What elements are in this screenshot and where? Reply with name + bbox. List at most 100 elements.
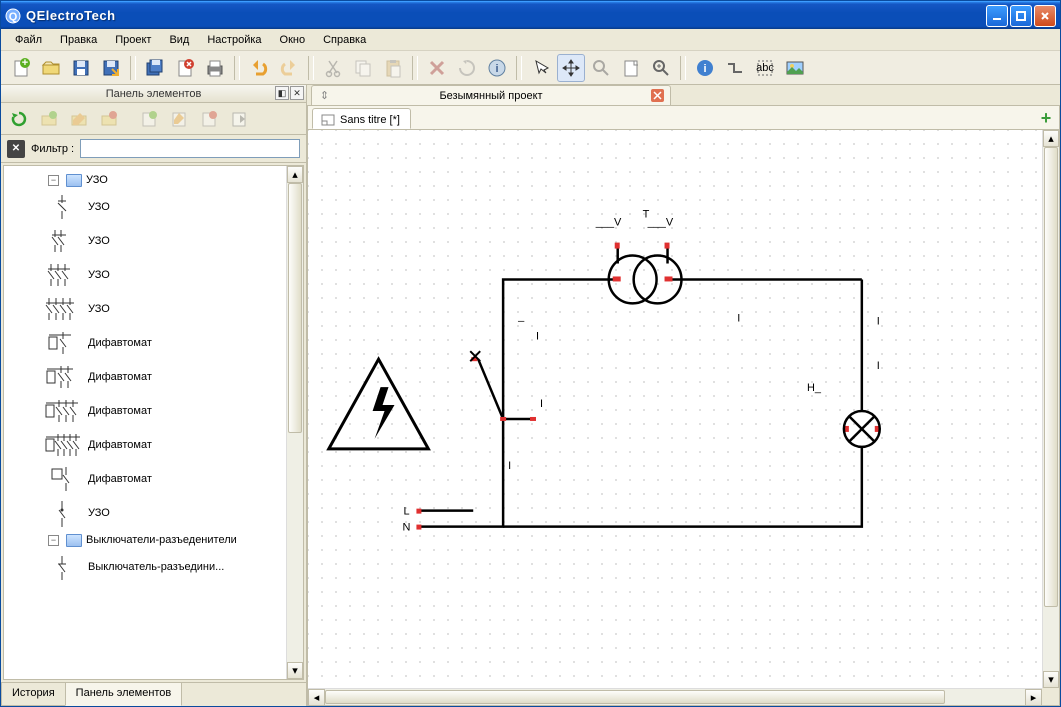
close-button[interactable]	[1034, 5, 1056, 27]
new-folder-button[interactable]	[35, 105, 63, 133]
minimize-button[interactable]	[986, 5, 1008, 27]
menu-project[interactable]: Проект	[107, 32, 159, 48]
move-tab-icon: ⇕	[318, 89, 331, 102]
page-tool[interactable]	[617, 54, 645, 82]
move-tool[interactable]	[557, 54, 585, 82]
paste-button[interactable]	[379, 54, 407, 82]
menu-window[interactable]: Окно	[272, 32, 314, 48]
menu-settings[interactable]: Настройка	[199, 32, 269, 48]
select-area-tool[interactable]: abc	[751, 54, 779, 82]
wire-tool[interactable]	[721, 54, 749, 82]
save-all-button[interactable]	[141, 54, 169, 82]
import-button[interactable]	[225, 105, 253, 133]
panel-title: Панель элементов	[106, 88, 202, 100]
project-tabs: ⇕ Безымянный проект	[307, 85, 1060, 105]
schematic-canvas[interactable]: L N ___V ___V T H_ _ I I I I I I	[308, 130, 1042, 688]
maximize-button[interactable]	[1010, 5, 1032, 27]
menubar: Файл Правка Проект Вид Настройка Окно Сп…	[1, 29, 1060, 51]
tree-item[interactable]: Дифавтомат	[6, 462, 303, 496]
scroll-corner	[1042, 688, 1059, 705]
tree-item[interactable]: УЗО	[6, 224, 303, 258]
delete-folder-button[interactable]	[95, 105, 123, 133]
undo-button[interactable]	[245, 54, 273, 82]
tree-item[interactable]: Выключатель-разъедини...	[6, 550, 303, 584]
tree-item[interactable]: Дифавтомат	[6, 394, 303, 428]
edit-folder-button[interactable]	[65, 105, 93, 133]
copy-button[interactable]	[349, 54, 377, 82]
sidebar-tabs: История Панель элементов	[1, 682, 306, 706]
window-title: QElectroTech	[26, 8, 986, 23]
menu-view[interactable]: Вид	[161, 32, 197, 48]
refresh-button[interactable]	[5, 105, 33, 133]
folder-icon	[66, 534, 82, 547]
panel-close-button[interactable]: ✕	[290, 86, 304, 100]
scroll-up-button[interactable]: ▴	[1043, 130, 1059, 147]
tree-item[interactable]: УЗО	[6, 496, 303, 530]
svg-text:___V: ___V	[647, 217, 674, 229]
filter-label: Фильтр :	[31, 143, 74, 155]
label-H: H_	[807, 382, 822, 394]
project-tab[interactable]: ⇕ Безымянный проект	[311, 85, 671, 105]
scroll-up-button[interactable]: ▴	[287, 166, 303, 183]
close-file-button[interactable]	[171, 54, 199, 82]
menu-help[interactable]: Справка	[315, 32, 374, 48]
tree-item[interactable]: Дифавтомат	[6, 360, 303, 394]
delete-button[interactable]	[423, 54, 451, 82]
edit-element-button[interactable]	[165, 105, 193, 133]
close-tab-icon[interactable]	[651, 89, 664, 102]
pointer-tool[interactable]	[527, 54, 555, 82]
print-button[interactable]	[201, 54, 229, 82]
menu-edit[interactable]: Правка	[52, 32, 105, 48]
save-as-button[interactable]	[97, 54, 125, 82]
menu-file[interactable]: Файл	[7, 32, 50, 48]
collapse-icon[interactable]: −	[48, 535, 59, 546]
delete-element-button[interactable]	[195, 105, 223, 133]
scroll-left-button[interactable]: ◂	[308, 689, 325, 706]
main-toolbar: + i i abc	[1, 51, 1060, 85]
tab-history[interactable]: История	[1, 683, 66, 706]
titlebar[interactable]: Q QElectroTech	[1, 1, 1060, 29]
zoom-fit-button[interactable]	[647, 54, 675, 82]
scroll-thumb[interactable]	[325, 690, 945, 704]
redo-button[interactable]	[275, 54, 303, 82]
scroll-thumb[interactable]	[1044, 147, 1058, 607]
svg-text:I: I	[737, 312, 740, 324]
scroll-down-button[interactable]: ▾	[287, 662, 303, 679]
filter-input[interactable]	[80, 139, 300, 158]
rotate-button[interactable]	[453, 54, 481, 82]
tree-item[interactable]: УЗО	[6, 190, 303, 224]
add-sheet-button[interactable]: +	[1037, 109, 1055, 127]
tree-scrollbar[interactable]: ▴ ▾	[286, 166, 303, 679]
tree-folder[interactable]: − Выключатели-разъеденители	[6, 530, 303, 550]
clear-filter-button[interactable]: ✕	[7, 140, 25, 158]
sheet-tab[interactable]: Sans titre [*]	[312, 108, 411, 129]
tree-folder[interactable]: − УЗО	[6, 170, 303, 190]
tree-item[interactable]: УЗО	[6, 258, 303, 292]
elements-tree[interactable]: − УЗО УЗО УЗО УЗО УЗО Дифавтомат Дифавто…	[3, 165, 304, 680]
svg-text:I: I	[877, 360, 880, 372]
new-element-button[interactable]	[135, 105, 163, 133]
info-button[interactable]: i	[483, 54, 511, 82]
tree-item[interactable]: УЗО	[6, 292, 303, 326]
tab-elements[interactable]: Панель элементов	[65, 683, 183, 706]
image-tool[interactable]	[781, 54, 809, 82]
tree-item[interactable]: Дифавтомат	[6, 326, 303, 360]
help-button[interactable]: i	[691, 54, 719, 82]
canvas-vscrollbar[interactable]: ▴ ▾	[1042, 130, 1059, 688]
open-button[interactable]	[37, 54, 65, 82]
panel-float-button[interactable]: ◧	[275, 86, 289, 100]
canvas-hscrollbar[interactable]: ◂ ▸	[308, 688, 1042, 705]
scroll-thumb[interactable]	[288, 183, 302, 433]
svg-text:I: I	[508, 460, 511, 472]
save-button[interactable]	[67, 54, 95, 82]
scroll-down-button[interactable]: ▾	[1043, 671, 1059, 688]
cut-button[interactable]	[319, 54, 347, 82]
tree-item[interactable]: Дифавтомат	[6, 428, 303, 462]
panel-title-bar: Панель элементов ◧ ✕	[1, 85, 306, 103]
scroll-right-button[interactable]: ▸	[1025, 689, 1042, 706]
zoom-tool[interactable]	[587, 54, 615, 82]
svg-text:i: i	[495, 63, 498, 75]
filter-row: ✕ Фильтр :	[1, 135, 306, 163]
new-button[interactable]: +	[7, 54, 35, 82]
collapse-icon[interactable]: −	[48, 175, 59, 186]
